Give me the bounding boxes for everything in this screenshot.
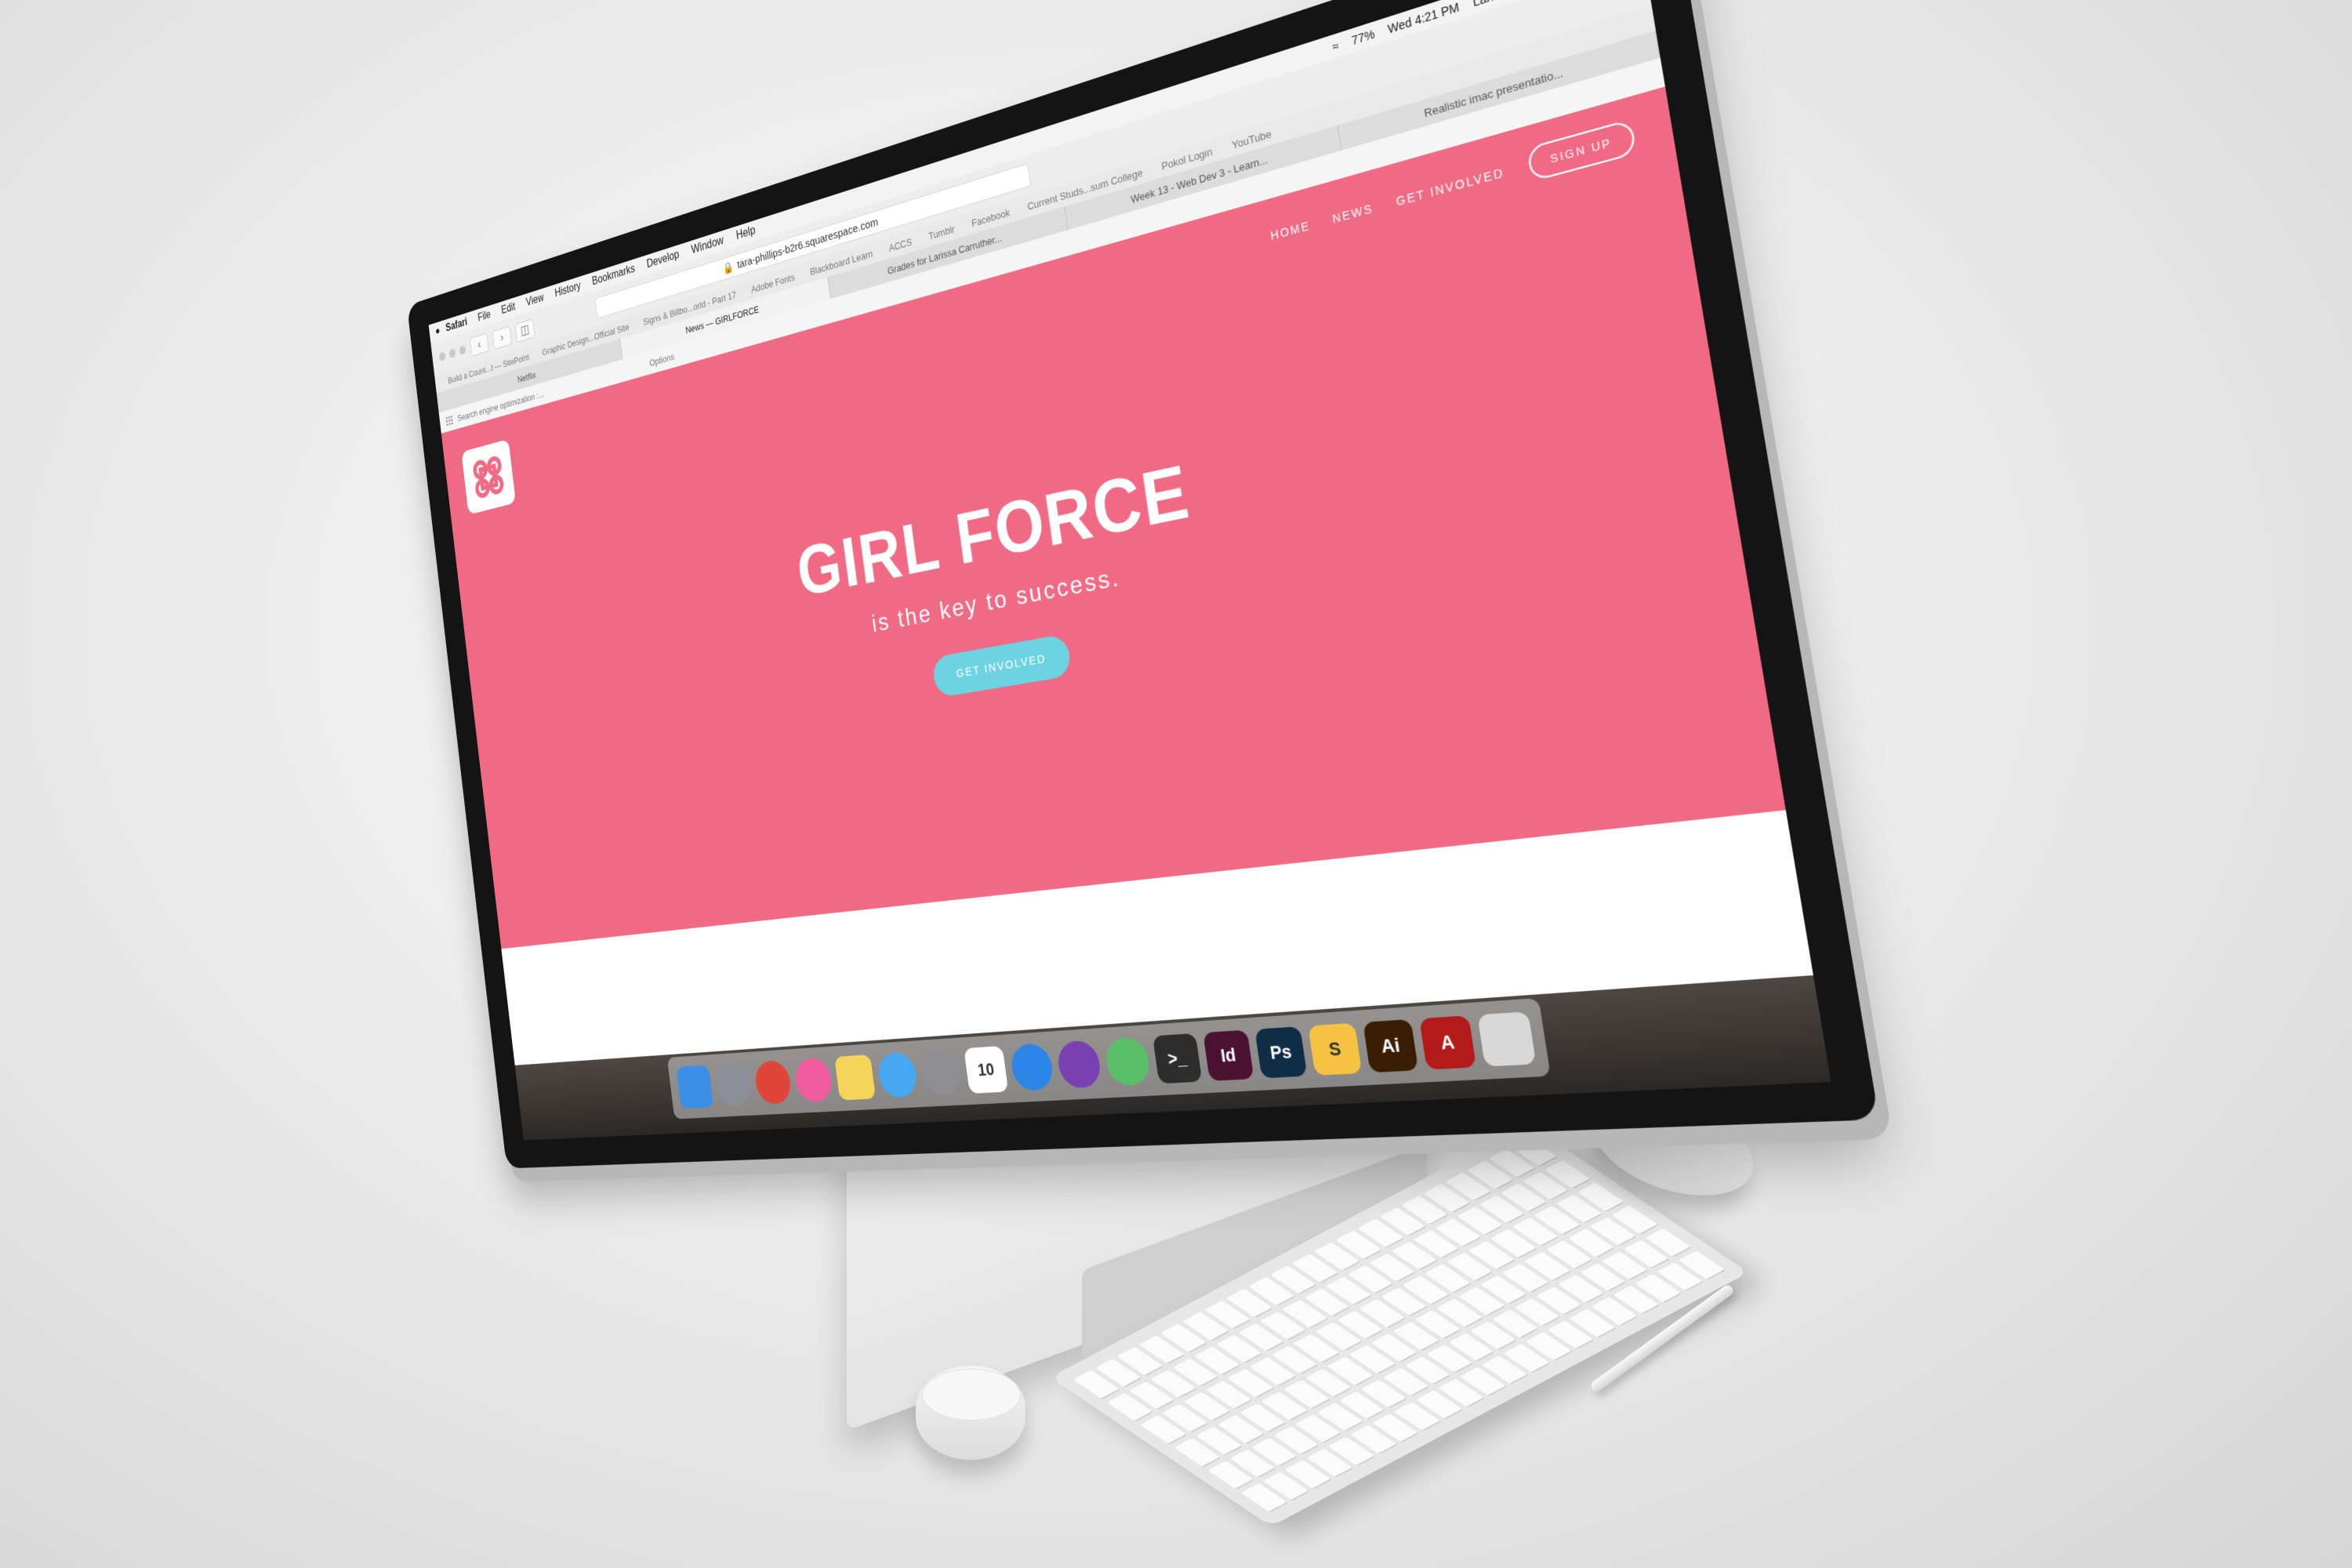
favorite-link[interactable]: ACCS bbox=[888, 236, 913, 254]
back-button[interactable]: ‹ bbox=[469, 332, 489, 357]
sidebar-toggle-button[interactable]: ◫ bbox=[514, 318, 535, 343]
get-involved-button[interactable]: GET INVOLVED bbox=[931, 633, 1073, 699]
atom-dock-icon[interactable] bbox=[1103, 1036, 1152, 1087]
battery-percentage[interactable]: 77% bbox=[1351, 27, 1376, 47]
command-logo-icon bbox=[461, 439, 516, 515]
indesign-dock-icon[interactable]: Id bbox=[1203, 1029, 1254, 1081]
zoom-window-button[interactable] bbox=[459, 344, 466, 355]
apple-menu-icon[interactable]: ● bbox=[429, 323, 446, 339]
menu-view[interactable]: View bbox=[525, 292, 544, 309]
options-label[interactable]: Options bbox=[649, 350, 675, 368]
safari-dock-icon[interactable] bbox=[1009, 1043, 1055, 1091]
nav-get-involved[interactable]: GET INVOLVED bbox=[1396, 165, 1505, 208]
chrome-dock-icon[interactable] bbox=[753, 1059, 793, 1105]
chevron-left-icon: ‹ bbox=[477, 336, 482, 351]
photoshop-icon-label: Ps bbox=[1269, 1040, 1294, 1064]
nav-home[interactable]: HOME bbox=[1269, 218, 1311, 242]
menu-edit[interactable]: Edit bbox=[501, 301, 516, 318]
forward-button[interactable]: › bbox=[492, 325, 513, 350]
nav-news[interactable]: NEWS bbox=[1331, 201, 1374, 225]
close-window-button[interactable] bbox=[438, 350, 446, 361]
itunes-dock-icon[interactable] bbox=[793, 1057, 834, 1103]
menu-help[interactable]: Help bbox=[735, 224, 756, 243]
screen: ● Safari File Edit View History Bookmark… bbox=[428, 0, 1831, 1141]
github-desktop-dock-icon[interactable] bbox=[1055, 1040, 1103, 1089]
calendar-dock-icon[interactable]: 10 bbox=[964, 1045, 1009, 1094]
menu-file[interactable]: File bbox=[477, 309, 492, 325]
finder-dock-icon[interactable] bbox=[676, 1065, 714, 1109]
acrobat-icon-label: A bbox=[1439, 1030, 1457, 1054]
notes-dock-icon[interactable] bbox=[834, 1054, 877, 1101]
illustrator-dock-icon[interactable]: Ai bbox=[1363, 1018, 1419, 1073]
lock-icon: 🔒 bbox=[722, 260, 735, 276]
illustrator-icon-label: Ai bbox=[1379, 1034, 1402, 1058]
terminal-icon-label: >_ bbox=[1166, 1047, 1189, 1069]
acrobat-dock-icon[interactable]: A bbox=[1419, 1015, 1477, 1070]
sidebar-icon: ◫ bbox=[519, 321, 530, 338]
launchpad-dock-icon[interactable] bbox=[713, 1062, 753, 1107]
calendar-icon-label: 10 bbox=[976, 1058, 996, 1080]
trash-dock-icon[interactable] bbox=[1477, 1011, 1537, 1067]
monitor: ● Safari File Edit View History Bookmark… bbox=[406, 0, 1879, 1169]
grid-icon[interactable] bbox=[445, 415, 453, 426]
minimize-window-button[interactable] bbox=[448, 347, 456, 358]
surface-dial bbox=[916, 1366, 1025, 1460]
surface-dial-top bbox=[922, 1369, 1021, 1421]
photoshop-dock-icon[interactable]: Ps bbox=[1254, 1026, 1308, 1079]
terminal-dock-icon[interactable]: >_ bbox=[1152, 1033, 1203, 1084]
sketch-icon-label: S bbox=[1327, 1037, 1343, 1061]
sketch-dock-icon[interactable]: S bbox=[1308, 1022, 1363, 1076]
indesign-icon-label: Id bbox=[1219, 1044, 1238, 1066]
chevron-right-icon: › bbox=[499, 329, 505, 344]
window-controls bbox=[438, 344, 466, 361]
wifi-icon[interactable]: ≈ bbox=[1331, 38, 1340, 53]
system-preferences-dock-icon[interactable] bbox=[919, 1048, 964, 1096]
signup-button[interactable]: SIGN UP bbox=[1526, 118, 1637, 183]
messages-dock-icon[interactable] bbox=[876, 1051, 920, 1098]
favorite-link[interactable]: Tumblr bbox=[927, 223, 955, 241]
site-logo[interactable] bbox=[461, 438, 517, 515]
